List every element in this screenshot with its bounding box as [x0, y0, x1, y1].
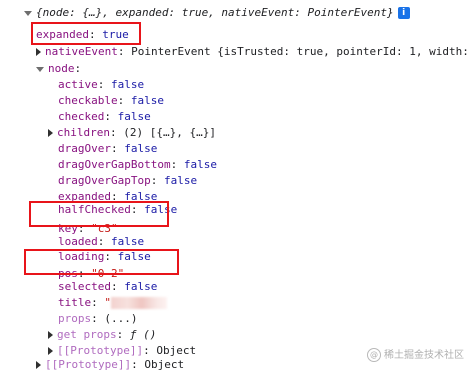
console-object-header[interactable]: {node: {…}, expanded: true, nativeEvent:…	[24, 3, 410, 22]
expand-triangle-icon[interactable]	[36, 48, 41, 56]
blurred-title-value	[111, 297, 167, 309]
at-icon: @	[367, 348, 381, 362]
highlight-box-pos	[24, 249, 179, 275]
expand-triangle-icon[interactable]	[36, 361, 41, 369]
watermark: @ 稀土掘金技术社区	[367, 346, 464, 362]
expand-triangle-icon[interactable]	[48, 347, 53, 355]
object-summary: {node: {…}, expanded: true, nativeEvent:…	[36, 6, 394, 19]
highlight-box-key	[29, 201, 169, 227]
expand-triangle-icon[interactable]	[48, 331, 53, 339]
collapse-triangle-icon[interactable]	[36, 66, 44, 72]
property-prototype-outer[interactable]: [[Prototype]]: Object	[36, 355, 184, 374]
expand-triangle-icon[interactable]	[48, 129, 53, 137]
collapse-triangle-icon[interactable]	[24, 10, 32, 16]
info-icon[interactable]: i	[397, 7, 410, 19]
highlight-box-expanded	[31, 22, 141, 45]
